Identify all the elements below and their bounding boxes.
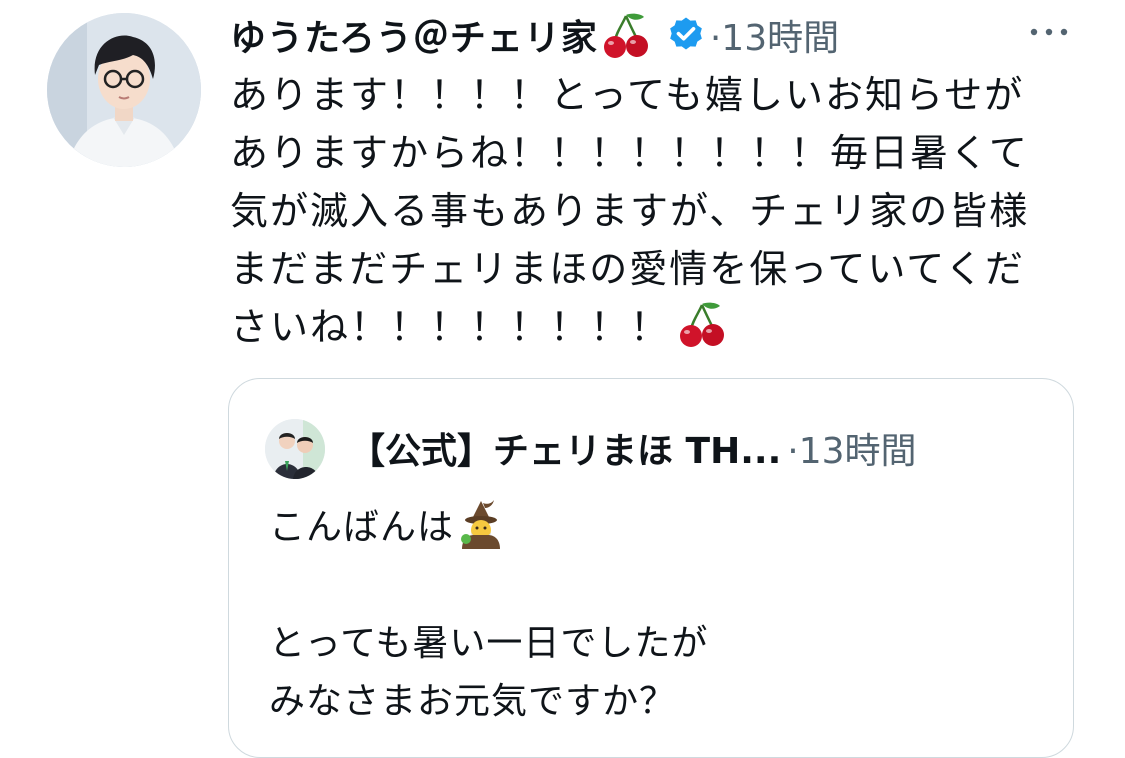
tweet-text-line: 気が滅入る事もありますが、チェリ家の皆様 xyxy=(230,189,1030,233)
tweet-header: ゆうたろう＠チェリ家 ·13時間 xyxy=(230,8,839,62)
quoted-author-name[interactable]: 【公式】チェリまほ TH... xyxy=(349,422,781,474)
quoted-text-blank-line xyxy=(269,557,1049,615)
cherries-icon xyxy=(676,298,728,350)
tweet-text-line: まだまだチェリまほの愛情を保っていてくだ xyxy=(230,247,1026,291)
quoted-tweet-body: こんばんは とっても暑い一日でしたが みなさまお元気ですか？ xyxy=(269,499,1049,731)
tweet-text-line: あります！！！！とっても嬉しいお知らせが xyxy=(230,73,1025,117)
author-avatar[interactable] xyxy=(47,13,201,167)
quoted-text-line: こんばんは xyxy=(269,507,455,548)
cherries-icon xyxy=(600,9,652,61)
quoted-text-line: みなさまお元気ですか？ xyxy=(269,681,677,722)
author-display-name[interactable]: ゆうたろう＠チェリ家 xyxy=(230,9,598,61)
tweet-timestamp[interactable]: ·13時間 xyxy=(710,9,839,61)
quoted-tweet-timestamp[interactable]: ·13時間 xyxy=(787,422,916,474)
tweet-text-line-last: さいね！！！！！！！！ xyxy=(230,298,1090,356)
quoted-text-line: とっても暑い一日でしたが xyxy=(269,623,709,664)
verified-badge-icon xyxy=(666,15,706,55)
tweet-text-line: ありますからね！！！！！！！！毎日暑くて xyxy=(230,131,1029,175)
mage-icon xyxy=(456,499,506,549)
quoted-tweet-header: 【公式】チェリまほ TH... ·13時間 xyxy=(349,423,917,473)
quoted-text-line-greeting: こんばんは xyxy=(269,499,1049,557)
tweet-body: あります！！！！とっても嬉しいお知らせが ありますからね！！！！！！！！毎日暑く… xyxy=(230,66,1090,356)
tweet[interactable]: ゆうたろう＠チェリ家 ·13時間 あります！！！！とっても嬉しいお知らせが あり… xyxy=(0,0,1125,758)
quoted-tweet[interactable]: 【公式】チェリまほ TH... ·13時間 こんばんは とっても暑い一日でしたが… xyxy=(228,378,1074,758)
tweet-text-line: さいね！！！！！！！！ xyxy=(230,305,671,349)
more-horizontal-icon[interactable] xyxy=(1024,20,1074,44)
quoted-author-avatar[interactable] xyxy=(265,419,325,479)
